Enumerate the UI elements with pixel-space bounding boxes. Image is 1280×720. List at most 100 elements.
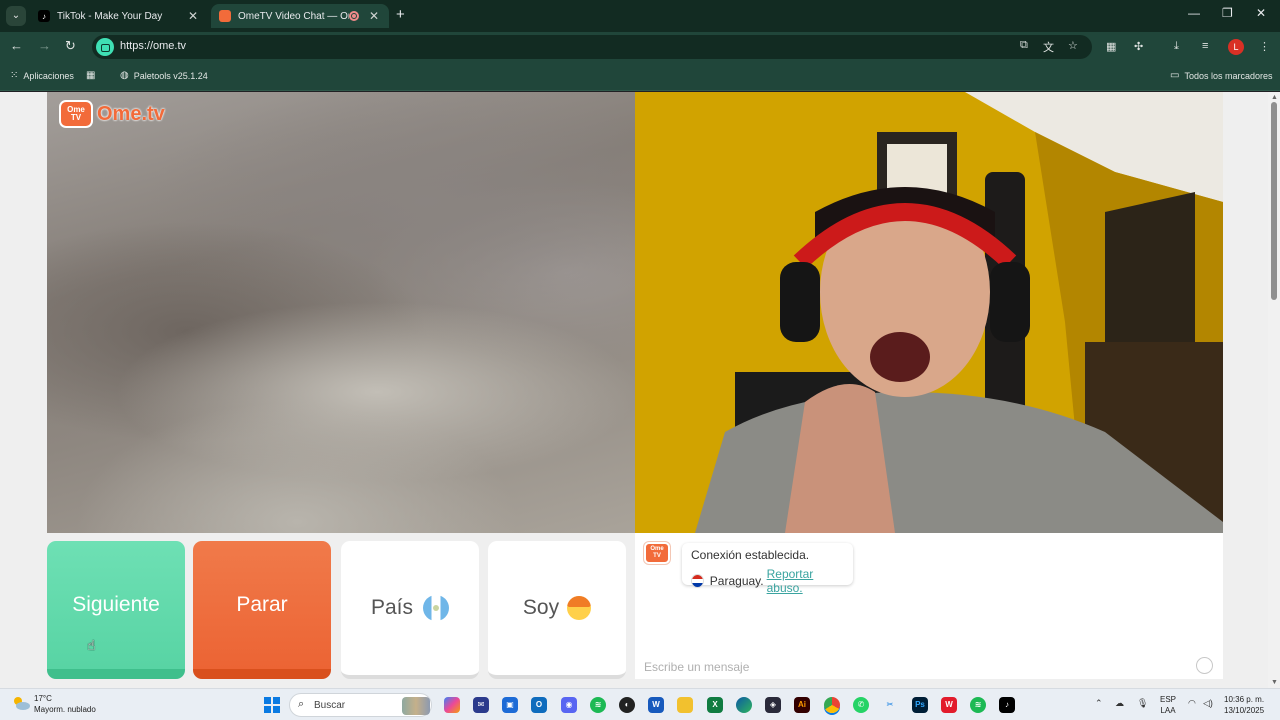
url-text[interactable]: https://ome.tv <box>120 40 186 52</box>
chrome-icon[interactable] <box>824 697 840 713</box>
message-input[interactable]: Escribe un mensaje <box>644 660 749 674</box>
onedrive-icon[interactable]: ☁ <box>1115 698 1124 709</box>
minimize-icon[interactable]: — <box>1188 6 1200 20</box>
close-tab-icon[interactable]: ✕ <box>186 9 200 23</box>
partly-cloudy-icon[interactable] <box>12 696 30 710</box>
wps-icon[interactable]: W <box>941 697 957 713</box>
taskbar-search[interactable]: ⌕ Buscar <box>289 693 432 717</box>
discord-icon[interactable]: ◉ <box>561 697 577 713</box>
system-message: Conexión establecida. Paraguay. Reportar… <box>682 543 853 595</box>
site-info-icon[interactable] <box>96 38 114 56</box>
scroll-down-icon[interactable]: ▼ <box>1271 679 1278 686</box>
forward-icon[interactable]: → <box>38 38 51 53</box>
downloads-icon[interactable]: ⤓ <box>1174 40 1179 53</box>
new-tab-icon[interactable]: + <box>396 6 405 23</box>
extensions-puzzle-icon[interactable]: ✣ <box>1134 40 1143 53</box>
emoji-icon[interactable] <box>1196 657 1213 674</box>
page-scrollbar[interactable]: ▲ ▼ <box>1268 92 1280 688</box>
restore-icon[interactable]: ❐ <box>1222 6 1233 20</box>
country-flag-icon <box>423 595 450 621</box>
local-video <box>635 92 1223 533</box>
search-icon: ⌕ <box>298 698 305 710</box>
media-controls-icon[interactable]: ≡ <box>1202 40 1208 52</box>
language-code: ESP <box>1160 695 1177 704</box>
edge-icon[interactable] <box>736 697 752 713</box>
microphone-icon[interactable]: 🎙 <box>1137 698 1148 709</box>
tiktok-icon[interactable]: ♪ <box>999 697 1015 713</box>
ometv-logo[interactable]: Ome TV Ome.tv <box>59 100 165 128</box>
partner-country: Paraguay. <box>709 574 764 588</box>
close-window-icon[interactable]: ✕ <box>1256 6 1266 20</box>
country-button[interactable]: País <box>341 541 479 679</box>
davinci-icon[interactable]: ◈ <box>765 697 781 713</box>
outlook-icon[interactable]: O <box>531 697 547 713</box>
copilot-icon[interactable] <box>444 697 460 713</box>
search-placeholder: Buscar <box>314 700 346 711</box>
volume-icon[interactable]: ◁) <box>1203 698 1213 709</box>
stop-button-label: Parar <box>236 593 288 616</box>
bookmark-grid[interactable]: ▦ <box>86 70 100 81</box>
profile-avatar[interactable]: L <box>1228 39 1244 55</box>
gender-button[interactable]: Soy <box>488 541 626 679</box>
tab-ometv[interactable]: OmeTV Video Chat — Omegle ✕ <box>211 4 389 28</box>
excel-icon[interactable]: X <box>707 697 723 713</box>
mail-icon[interactable]: ✉ <box>473 697 489 713</box>
tab-tiktok[interactable]: ♪ TikTok - Make Your Day ✕ <box>30 4 208 28</box>
bookmark-apps[interactable]: ⁙ Aplicaciones <box>10 70 74 81</box>
weather-widget[interactable]: 17°C Mayorm. nublado <box>34 693 96 715</box>
illustrator-icon[interactable]: Ai <box>794 697 810 713</box>
tab-title: OmeTV Video Chat — Omegle <box>238 10 349 22</box>
scrollbar-thumb[interactable] <box>1271 102 1277 300</box>
bookmark-label: Paletools v25.1.24 <box>133 70 208 81</box>
spotify-icon[interactable]: ≋ <box>590 697 606 713</box>
photoshop-icon[interactable]: Ps <box>912 697 928 713</box>
spotify-2-icon[interactable]: ≋ <box>970 697 986 713</box>
bookmarks-bar: ⁙ Aplicaciones ▦ ◍ Paletools v25.1.24 ▭ … <box>0 62 1280 91</box>
bookmark-star-icon[interactable]: ☆ <box>1068 39 1078 52</box>
menu-kebab-icon[interactable]: ⋮ <box>1259 40 1270 53</box>
remote-video <box>47 92 635 533</box>
bookmark-paletools[interactable]: ◍ Paletools v25.1.24 <box>120 70 208 81</box>
clock-date: 13/10/2025 <box>1224 706 1265 715</box>
scroll-up-icon[interactable]: ▲ <box>1271 94 1278 101</box>
qr-extension-icon[interactable]: ▦ <box>1106 40 1116 53</box>
system-clock[interactable]: 10:36 p. m. 13/10/2025 <box>1224 694 1264 716</box>
chat-ometv-logo-icon: Ome TV <box>644 542 670 564</box>
logo-badge: Ome TV <box>67 105 85 122</box>
store-icon[interactable]: ▣ <box>502 697 518 713</box>
address-bar[interactable]: https://ome.tv ⧉ 文 ☆ <box>92 35 1092 59</box>
report-abuse-link[interactable]: Reportar abuso. <box>767 567 844 595</box>
country-button-label: País <box>370 596 414 619</box>
stop-button[interactable]: Parar <box>193 541 331 679</box>
hand-cursor-icon: ☝ <box>87 637 96 653</box>
bookmark-label: Aplicaciones <box>23 70 74 81</box>
whatsapp-icon[interactable]: ✆ <box>853 697 869 713</box>
word-icon[interactable]: W <box>648 697 664 713</box>
gender-button-label: Soy <box>522 596 560 619</box>
tab-search-dropdown-icon[interactable]: ⌄ <box>6 6 26 26</box>
wifi-icon[interactable]: ◠ <box>1188 698 1196 709</box>
back-icon[interactable]: ← <box>10 38 23 53</box>
tab-title: TikTok - Make Your Day <box>57 10 163 22</box>
apps-grid-icon: ⁙ <box>10 70 19 81</box>
weather-condition: Mayorm. nublado <box>34 705 96 714</box>
connection-status: Conexión establecida. <box>691 548 810 562</box>
close-tab-icon[interactable]: ✕ <box>367 9 381 23</box>
next-button[interactable]: Siguiente <box>47 541 185 679</box>
hidden-icons-chevron-icon[interactable]: ⌃ <box>1095 698 1103 709</box>
logo-wordmark: Ome.tv <box>97 102 165 125</box>
language-indicator[interactable]: ESP LAA <box>1160 694 1176 716</box>
webcam-scene <box>635 92 1223 533</box>
ometv-page: Ome TV Ome.tv Siguiente Parar País Soy ☝… <box>0 92 1280 688</box>
all-bookmarks[interactable]: ▭ Todos los marcadores <box>1170 70 1273 81</box>
boy-avatar-icon <box>567 596 592 620</box>
snipping-tool-icon[interactable]: ✂ <box>882 697 898 713</box>
all-bookmarks-label: Todos los marcadores <box>1184 70 1273 81</box>
obs-icon[interactable]: ◐ <box>619 697 635 713</box>
install-app-icon[interactable]: ⧉ <box>1020 39 1028 52</box>
reload-icon[interactable]: ↻ <box>65 38 76 54</box>
windows-start-icon[interactable] <box>264 697 280 713</box>
file-explorer-icon[interactable] <box>677 697 693 713</box>
translate-icon[interactable]: 文 <box>1043 39 1054 55</box>
chat-panel: Ome TV Conexión establecida. Paraguay. R… <box>635 533 1223 679</box>
